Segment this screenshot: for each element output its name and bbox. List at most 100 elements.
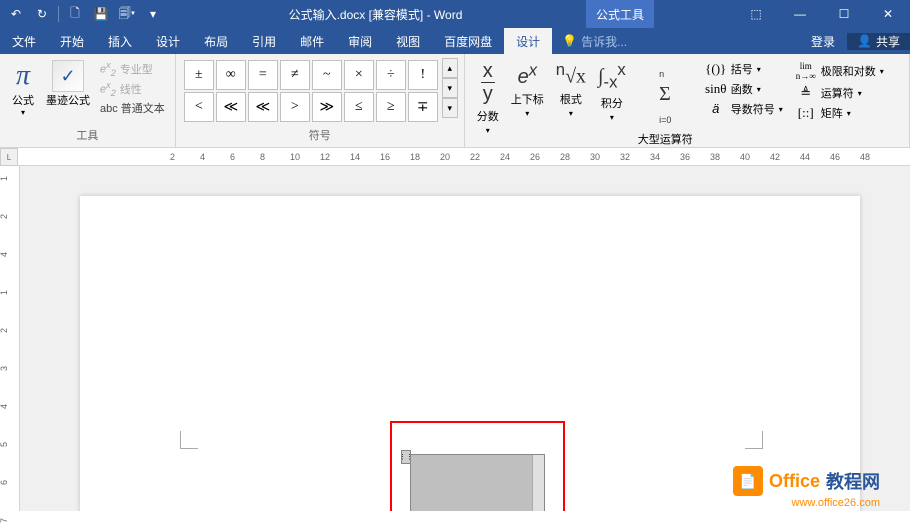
script-button[interactable]: ex 上下标	[505, 58, 550, 120]
symbol-muchlt2[interactable]: ≪	[248, 92, 278, 122]
redo-button[interactable]: ↻	[30, 2, 54, 26]
symbol-ge[interactable]: ≥	[376, 92, 406, 122]
undo-button[interactable]: ↶	[4, 2, 28, 26]
ruler-mark: 46	[830, 152, 840, 162]
tab-home[interactable]: 开始	[48, 28, 96, 54]
symbol-le[interactable]: ≤	[344, 92, 374, 122]
tab-insert[interactable]: 插入	[96, 28, 144, 54]
share-button[interactable]: 👤 共享	[847, 33, 910, 50]
ruler-corner[interactable]: L	[0, 148, 18, 166]
limit-button[interactable]: limn→∞ 极限和对数	[791, 60, 888, 82]
group-structures: xy 分数 ex 上下标 n√x 根式 ∫-xx 积分 nΣi=0 大型运算符	[465, 54, 910, 147]
group-tools: π 公式 ▾ ✓ 墨迹公式 ex2 专业型 ex2 线性 abc 普通文本	[0, 54, 176, 147]
tab-review[interactable]: 审阅	[336, 28, 384, 54]
symbol-times[interactable]: ×	[344, 60, 374, 90]
ruler-mark: 26	[530, 152, 540, 162]
tab-file[interactable]: 文件	[0, 28, 48, 54]
symbol-more[interactable]: ▾	[442, 98, 458, 118]
ruler-mark: 7	[0, 518, 9, 523]
tab-design-page[interactable]: 设计	[144, 28, 192, 54]
document-area: 1241234567 ⋮⋮ ▼ 在此处键入公式。	[0, 166, 910, 511]
group-symbols: ± ∞ = ≠ ~ × ÷ ! < ≪ ≪ > ≫ ≤ ≥ ∓	[176, 54, 465, 147]
operator-button[interactable]: ≜ 运算符	[791, 84, 888, 102]
symbol-infinity[interactable]: ∞	[216, 60, 246, 90]
ruler-mark: 4	[0, 404, 9, 409]
tab-layout[interactable]: 布局	[192, 28, 240, 54]
ruler-mark: 8	[260, 152, 265, 162]
equation-handle[interactable]: ⋮⋮	[401, 450, 411, 464]
qat-customize-button[interactable]: ▾	[141, 2, 165, 26]
operator-icon: ≜	[795, 85, 817, 101]
function-button[interactable]: sinθ 函数	[701, 80, 787, 98]
symbol-gt[interactable]: >	[280, 92, 310, 122]
plain-text-button[interactable]: abc 普通文本	[100, 100, 165, 116]
symbol-scroll-down[interactable]: ▾	[442, 78, 458, 98]
function-icon: sinθ	[705, 81, 727, 97]
symbol-muchlt[interactable]: ≪	[216, 92, 246, 122]
fraction-button[interactable]: xy 分数	[471, 58, 505, 137]
ruler-mark: 34	[650, 152, 660, 162]
ruler-mark: 36	[680, 152, 690, 162]
symbol-factorial[interactable]: !	[408, 60, 438, 90]
login-button[interactable]: 登录	[799, 33, 847, 50]
equation-button[interactable]: π 公式 ▾	[6, 58, 40, 119]
symbol-plusminus[interactable]: ±	[184, 60, 214, 90]
tab-references[interactable]: 引用	[240, 28, 288, 54]
watermark-brand2: 教程网	[826, 468, 880, 494]
vertical-ruler[interactable]: 1241234567	[0, 166, 20, 511]
save-as-button[interactable]: 🗐▾	[115, 2, 139, 26]
group-label-symbols: 符号	[182, 125, 458, 145]
symbol-tilde[interactable]: ~	[312, 60, 342, 90]
tab-equation-design[interactable]: 设计	[504, 28, 552, 54]
new-button[interactable]: 🗋	[63, 2, 87, 26]
symbol-notequal[interactable]: ≠	[280, 60, 310, 90]
document-title: 公式输入.docx [兼容模式] - Word	[165, 6, 586, 23]
ruler-mark: 2	[0, 328, 9, 333]
close-button[interactable]: ✕	[866, 0, 910, 28]
ink-equation-button[interactable]: ✓ 墨迹公式	[40, 58, 96, 110]
ruler-mark: 38	[710, 152, 720, 162]
ruler-mark: 6	[230, 152, 235, 162]
accent-icon: ä	[705, 101, 727, 117]
ruler-mark: 14	[350, 152, 360, 162]
watermark: 📄 Office教程网	[733, 466, 880, 496]
minimize-button[interactable]: —	[778, 0, 822, 28]
symbol-scroll-up[interactable]: ▴	[442, 58, 458, 78]
ruler-mark: 2	[170, 152, 175, 162]
ruler-mark: 48	[860, 152, 870, 162]
document-scroll[interactable]: ⋮⋮ ▼ 在此处键入公式。	[20, 166, 910, 511]
linear-format-button[interactable]: ex2 线性	[100, 80, 165, 98]
tell-me-search[interactable]: 💡 告诉我...	[552, 28, 637, 54]
ruler-mark: 5	[0, 442, 9, 447]
ruler-mark: 12	[320, 152, 330, 162]
tab-view[interactable]: 视图	[384, 28, 432, 54]
ruler-mark: 40	[740, 152, 750, 162]
symbol-muchgt[interactable]: ≫	[312, 92, 342, 122]
professional-icon: ex2	[100, 60, 116, 78]
symbol-mp[interactable]: ∓	[408, 92, 438, 122]
ink-icon: ✓	[52, 60, 84, 92]
equation-scrollbar[interactable]: ▼	[532, 455, 544, 511]
save-button[interactable]: 💾	[89, 2, 113, 26]
symbol-lt[interactable]: <	[184, 92, 214, 122]
tab-mail[interactable]: 邮件	[288, 28, 336, 54]
ribbon: π 公式 ▾ ✓ 墨迹公式 ex2 专业型 ex2 线性 abc 普通文本	[0, 54, 910, 148]
symbol-equals[interactable]: =	[248, 60, 278, 90]
ribbon-tabs: 文件 开始 插入 设计 布局 引用 邮件 审阅 视图 百度网盘 设计 💡 告诉我…	[0, 28, 910, 54]
bracket-button[interactable]: {()} 括号	[701, 60, 787, 78]
accent-button[interactable]: ä 导数符号	[701, 100, 787, 118]
radical-button[interactable]: n√x 根式	[550, 58, 592, 120]
matrix-button[interactable]: [::] 矩阵	[791, 104, 888, 122]
integral-button[interactable]: ∫-xx 积分	[592, 58, 632, 124]
horizontal-ruler[interactable]: L 24681012141618202224262830323436384042…	[0, 148, 910, 166]
window-controls: ⬚ — ☐ ✕	[734, 0, 910, 28]
tab-baidu[interactable]: 百度网盘	[432, 28, 504, 54]
large-operator-button[interactable]: nΣi=0 大型运算符	[632, 58, 699, 160]
maximize-button[interactable]: ☐	[822, 0, 866, 28]
ribbon-options-button[interactable]: ⬚	[734, 0, 778, 28]
professional-format-button[interactable]: ex2 专业型	[100, 60, 165, 78]
script-icon: ex	[518, 60, 537, 89]
equation-editor[interactable]: ⋮⋮ ▼ 在此处键入公式。	[410, 454, 545, 511]
title-bar: ↶ ↻ 🗋 💾 🗐▾ ▾ 公式输入.docx [兼容模式] - Word 公式工…	[0, 0, 910, 28]
symbol-divide[interactable]: ÷	[376, 60, 406, 90]
